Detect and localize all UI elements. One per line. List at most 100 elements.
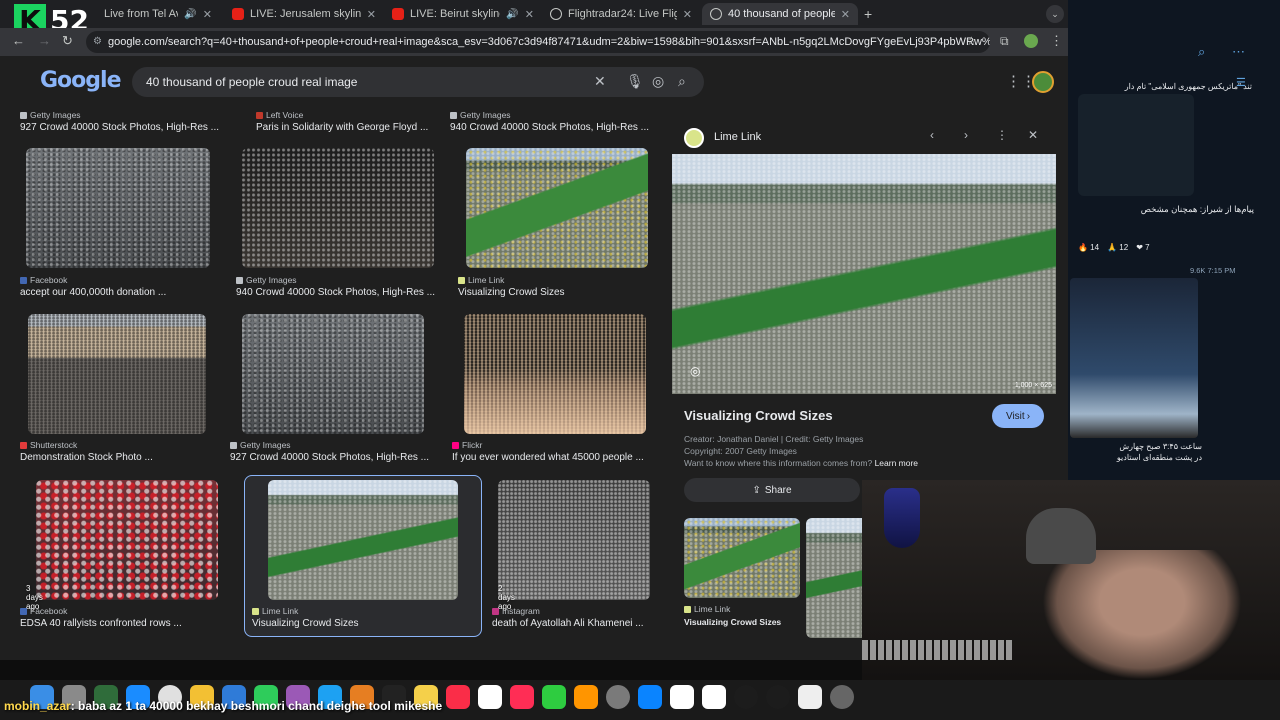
related-image[interactable] [806, 518, 864, 638]
close-tab-icon[interactable]: ✕ [683, 8, 692, 21]
related-caption[interactable]: Visualizing Crowd Sizes [684, 617, 781, 627]
result-image[interactable] [26, 148, 210, 268]
close-preview-icon[interactable]: ✕ [1028, 128, 1038, 142]
getty-images-icon [236, 276, 243, 284]
close-tab-icon[interactable]: ✕ [841, 8, 850, 21]
url-field[interactable]: ⚙ google.com/search?q=40+thousand+of+peo… [86, 31, 990, 53]
keyboard-instrument [862, 640, 1012, 660]
back-arrow-icon[interactable]: ← [12, 33, 25, 48]
preview-site-name[interactable]: Lime Link [714, 131, 761, 143]
video-thumbnail[interactable] [1070, 278, 1198, 438]
lens-search-icon[interactable]: ◎ [652, 73, 664, 90]
extensions-icon[interactable]: ⧉ [1000, 34, 1009, 49]
google-logo[interactable]: Google [40, 68, 121, 93]
close-tab-icon[interactable]: ✕ [525, 8, 534, 21]
result-caption[interactable]: 940 Crowd 40000 Stock Photos, High-Res .… [450, 122, 649, 133]
appstore-icon[interactable] [638, 685, 662, 709]
result-caption[interactable]: Visualizing Crowd Sizes [252, 618, 359, 629]
chat-username: mobin_azar [4, 699, 71, 713]
next-image-icon[interactable]: › [964, 128, 968, 142]
pages-icon[interactable] [574, 685, 598, 709]
visit-button[interactable]: Visit › [992, 404, 1044, 428]
search-icon[interactable]: ⌕ [678, 73, 686, 90]
app-icon[interactable] [830, 685, 854, 709]
result-caption[interactable]: 940 Crowd 40000 Stock Photos, High-Res .… [236, 287, 435, 298]
result-image[interactable] [28, 314, 206, 434]
more-options-icon[interactable]: ⋮ [996, 128, 1008, 142]
site-info-icon[interactable]: ⚙ [93, 36, 102, 47]
app-icon[interactable] [734, 685, 758, 709]
app-icon[interactable] [798, 685, 822, 709]
speaker-icon[interactable]: 🔊 [184, 9, 196, 20]
tab-flightradar[interactable]: Flightradar24: Live Flight Tra ✕ [542, 3, 700, 25]
lens-icon[interactable]: ◎ [690, 364, 700, 378]
calendar-icon[interactable] [478, 685, 502, 709]
settings-icon[interactable] [606, 685, 630, 709]
image-credit: Creator: Jonathan Daniel | Credit: Getty… [684, 434, 864, 444]
more-menu-icon[interactable]: ⋮ [1050, 33, 1063, 49]
tab-google-search[interactable]: 40 thousand of people croud ✕ [702, 3, 858, 25]
result-caption[interactable]: EDSA 40 rallyists confronted rows ... [20, 618, 182, 629]
result-source: Getty Images [236, 275, 297, 285]
profile-avatar[interactable] [1024, 34, 1038, 48]
close-tab-icon[interactable]: ✕ [203, 8, 212, 21]
reload-icon[interactable]: ↻ [62, 33, 73, 49]
facebook-icon [20, 607, 27, 615]
result-image[interactable] [268, 480, 458, 600]
news-icon[interactable] [510, 685, 534, 709]
notion-icon[interactable] [670, 685, 694, 709]
music-icon[interactable] [446, 685, 470, 709]
result-image[interactable] [466, 148, 648, 268]
account-avatar[interactable] [1032, 71, 1054, 93]
preview-title[interactable]: Visualizing Crowd Sizes [684, 408, 833, 423]
forward-arrow-icon[interactable]: → [38, 33, 51, 48]
search-icon[interactable]: ⌕ [1198, 44, 1205, 60]
result-caption[interactable]: death of Ayatollah Ali Khamenei ... [492, 618, 644, 629]
tab-search-icon[interactable]: ⌄ [1046, 5, 1064, 23]
more-menu-icon[interactable]: ⋯ [1232, 44, 1245, 60]
bookmark-star-icon[interactable]: ☆ [966, 34, 977, 48]
share-button[interactable]: ⇪ Share [684, 478, 860, 502]
tab-jerusalem[interactable]: LIVE: Jerusalem skyline as Ir ✕ [224, 3, 384, 25]
learn-more-link[interactable]: Learn more [875, 458, 918, 468]
tab-tel-aviv[interactable]: Live from Tel Aviv: The ca 🔊 ✕ [96, 3, 220, 25]
reaction-heart[interactable]: ❤ 7 [1136, 243, 1149, 252]
result-image[interactable] [242, 148, 434, 268]
voice-search-icon[interactable]: 🎙 [626, 73, 644, 90]
tab-beirut[interactable]: LIVE: Beirut skyline as Isr 🔊 ✕ [384, 3, 542, 25]
result-caption[interactable]: Demonstration Stock Photo ... [20, 452, 153, 463]
flickr-icon [452, 441, 459, 449]
result-caption[interactable]: accept our 400,000th donation ... [20, 287, 166, 298]
reactions: 🔥 14 🙏 12 ❤ 7 [1078, 243, 1150, 252]
clear-search-icon[interactable]: ✕ [594, 73, 606, 90]
shutterstock-icon [20, 441, 27, 449]
reaction-fire[interactable]: 🔥 14 [1078, 243, 1099, 252]
calendar-app-icon[interactable] [702, 685, 726, 709]
related-image[interactable] [684, 518, 800, 598]
app-icon[interactable] [766, 685, 790, 709]
prev-image-icon[interactable]: ‹ [930, 128, 934, 142]
numbers-icon[interactable] [542, 685, 566, 709]
google-logo-text: Google [40, 68, 121, 93]
visit-label: Visit [1005, 410, 1025, 422]
filter-icon[interactable]: ☰ [1236, 76, 1246, 89]
result-image[interactable] [464, 314, 646, 434]
result-image[interactable] [242, 314, 424, 434]
url-text: google.com/search?q=40+thousand+of+peopl… [108, 36, 990, 48]
result-caption[interactable]: 927 Crowd 40000 Stock Photos, High-Res .… [230, 452, 429, 463]
search-input[interactable]: 40 thousand of people croud real image [132, 67, 704, 97]
result-caption[interactable]: Visualizing Crowd Sizes [458, 287, 565, 298]
preview-image[interactable] [672, 154, 1056, 394]
result-caption[interactable]: 927 Crowd 40000 Stock Photos, High-Res .… [20, 122, 219, 133]
message-text: پیام‌ها از شیراز: همچنان مشخص [1140, 204, 1254, 214]
result-image[interactable] [498, 480, 650, 600]
close-tab-icon[interactable]: ✕ [367, 8, 376, 21]
result-image[interactable] [36, 480, 218, 600]
speaker-icon[interactable]: 🔊 [506, 9, 518, 20]
result-caption[interactable]: If you ever wondered what 45000 people .… [452, 452, 644, 463]
new-tab-icon[interactable]: + [864, 6, 872, 22]
tab-title: LIVE: Jerusalem skyline as Ir [250, 8, 361, 20]
result-caption[interactable]: Paris in Solidarity with George Floyd ..… [256, 122, 428, 133]
result-source: Getty Images [20, 110, 81, 120]
reaction-pray[interactable]: 🙏 12 [1107, 243, 1128, 252]
